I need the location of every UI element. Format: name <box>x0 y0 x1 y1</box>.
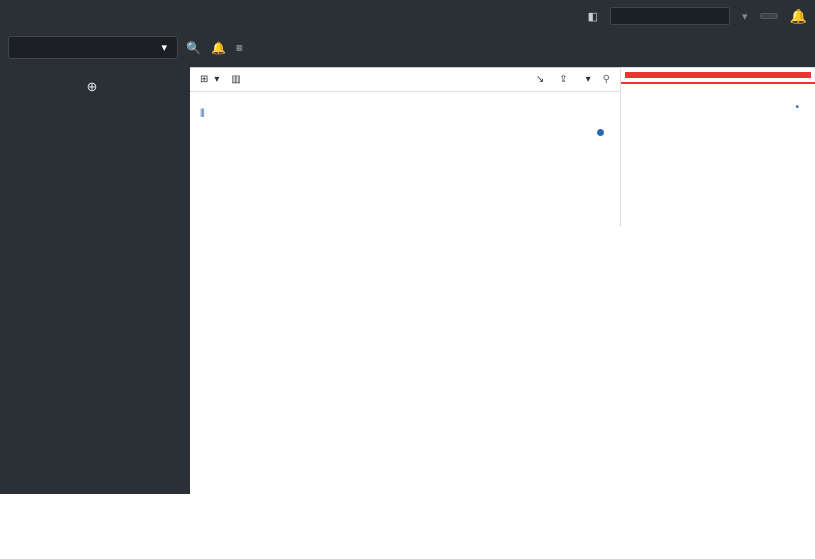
top-navbar: ◧ ▾ 🔔 <box>0 0 815 32</box>
group-by-button[interactable]: ⊞ ▾ <box>200 74 219 85</box>
details-panel: • <box>620 67 815 227</box>
results-count <box>190 92 620 104</box>
columns-button[interactable]: ▥ <box>231 74 243 85</box>
sidebar: ⊕ <box>0 67 190 494</box>
global-search-input[interactable] <box>610 7 730 25</box>
chevron-down-icon: ▾ <box>161 41 167 54</box>
figure-caption <box>0 494 500 534</box>
menu-icon[interactable]: ≡ <box>236 41 243 55</box>
sub-navbar: ▾ 🔍 🔔 ≡ <box>0 32 815 67</box>
search-icon[interactable]: 🔍 <box>186 41 201 55</box>
notifications-icon[interactable]: 🔔 <box>790 8 807 25</box>
table-toolbar: ⊞ ▾ ▥ ↘ ⇪ ▾ ⚲ <box>190 68 620 92</box>
investigation-selector[interactable]: ▾ <box>8 36 178 59</box>
timeline-chart <box>190 127 620 217</box>
timeline-icon: ⦀ <box>200 108 205 123</box>
drill-down-button[interactable]: ↘ <box>536 74 547 85</box>
plus-circle-icon: ⊕ <box>87 79 98 95</box>
classification-badge <box>625 72 811 78</box>
search-button[interactable] <box>760 13 778 19</box>
add-dataset-button[interactable]: ⊕ <box>6 73 184 107</box>
export-button[interactable]: ⇪ <box>559 74 570 85</box>
add-to-button[interactable]: ▾ <box>583 74 591 85</box>
main-content: ⊞ ▾ ▥ ↘ ⇪ ▾ ⚲ ⦀ <box>190 67 815 494</box>
timeline-tab[interactable]: ⦀ <box>190 104 620 127</box>
bell-icon[interactable]: 🔔 <box>211 41 226 55</box>
chart-legend <box>597 129 608 136</box>
filter-icon[interactable]: ⚲ <box>603 74 610 85</box>
